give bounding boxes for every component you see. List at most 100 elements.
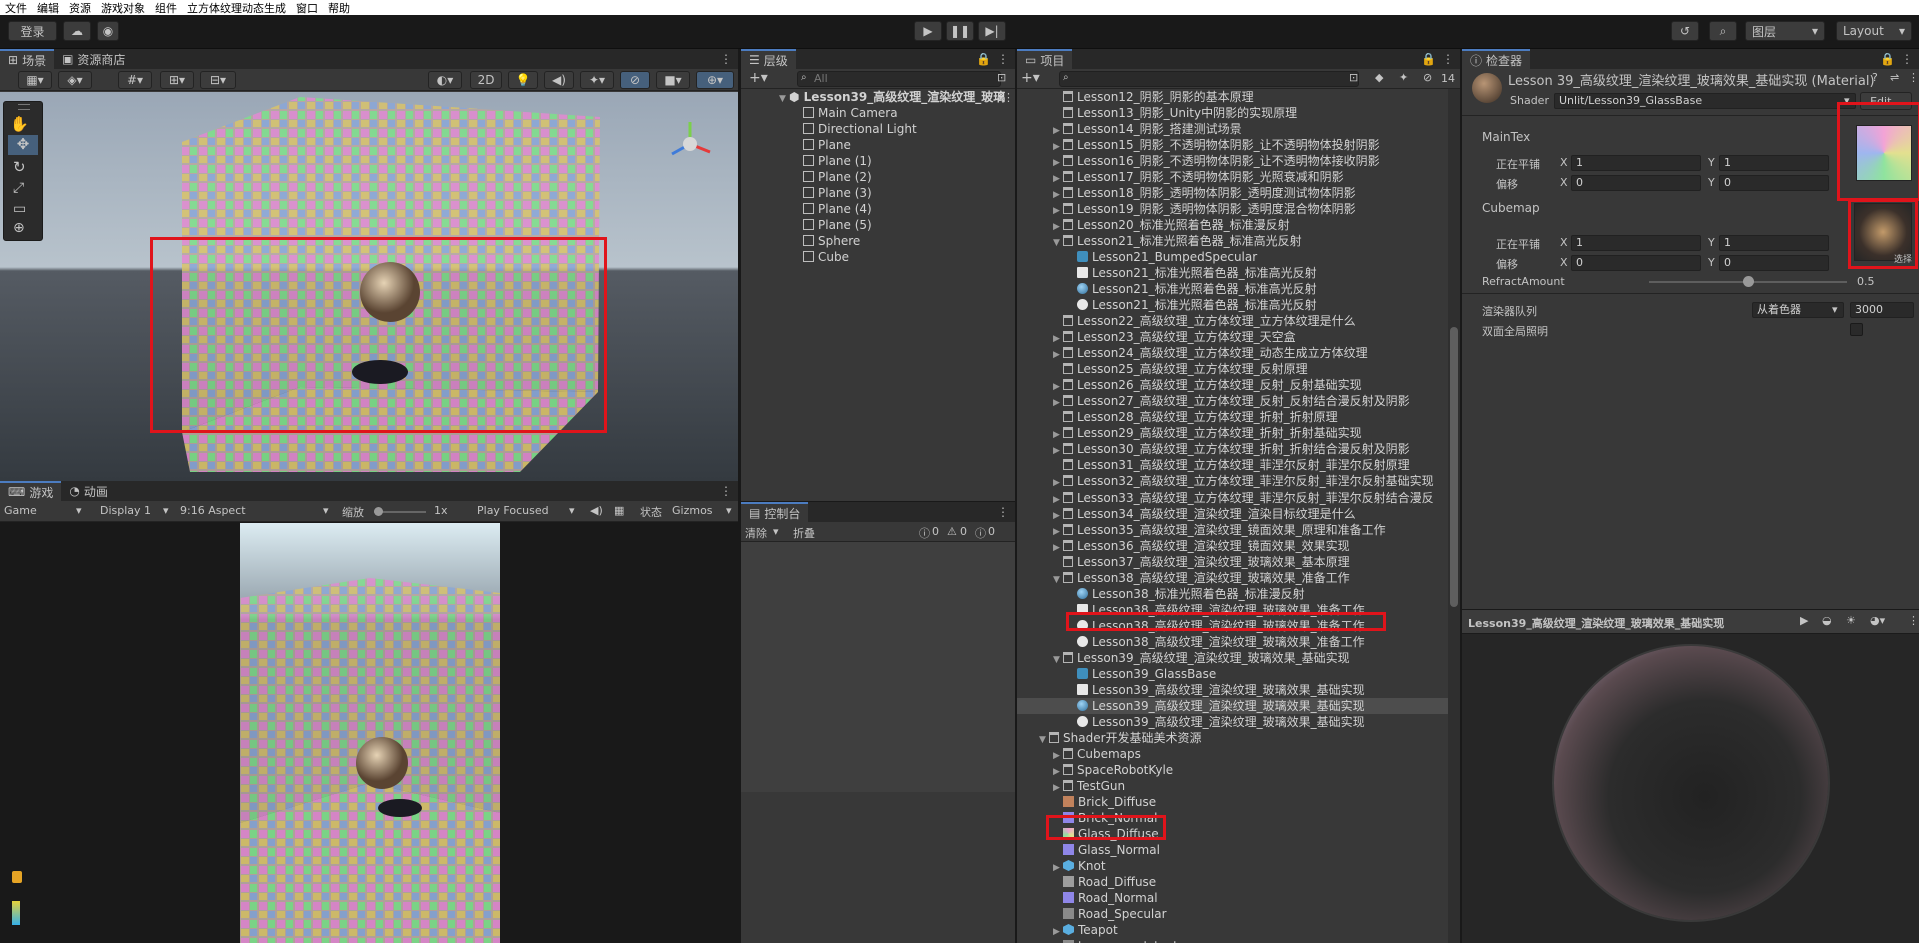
play-button[interactable]: ▶ [914,21,942,41]
login-button[interactable]: 登录 [8,21,57,41]
project-item[interactable]: Lesson39_高级纹理_渲染纹理_玻璃效果_基础实现 [1067,714,1365,730]
hierarchy-item[interactable]: Directional Light [803,121,917,137]
search-by-type-icon[interactable]: ⊡ [1349,71,1358,84]
expanded-arrow-icon[interactable]: ▼ [1053,572,1063,588]
project-item[interactable]: Glass_Normal [1053,842,1160,858]
panel-menu-icon[interactable]: ⋮ [1908,614,1919,627]
project-item[interactable]: Lesson21_标准光照着色器_标准高光反射 [1067,281,1317,297]
orientation-icon[interactable]: ◐▾ [428,71,462,89]
project-item[interactable]: Brick_Diffuse [1053,794,1156,810]
grid-icon[interactable]: #▾ [118,71,152,89]
draw-mode-icon[interactable]: ▦▾ [18,71,52,89]
project-item[interactable]: Lesson12_阴影_阴影的基本原理 [1053,89,1254,105]
panel-menu-icon[interactable]: ⋮ [720,52,732,66]
hierarchy-item[interactable]: Plane (4) [803,201,872,217]
menu-item[interactable]: 文件 [5,0,27,16]
project-item[interactable]: ▶ Lesson19_阴影_透明物体阴影_透明度混合物体阴影 [1053,201,1356,217]
project-item[interactable]: Lesson21_标准光照着色器_标准高光反射 [1067,297,1317,313]
info-count-icon[interactable]: ⓘ [919,525,930,541]
project-item[interactable]: ▶ Lesson23_高级纹理_立方体纹理_天空盒 [1053,329,1296,345]
menu-item[interactable]: 帮助 [328,0,350,16]
project-item[interactable]: ▼ Lesson39_高级纹理_渲染纹理_玻璃效果_基础实现 [1053,650,1350,666]
project-item[interactable]: ▶ Lesson24_高级纹理_立方体纹理_动态生成立方体纹理 [1053,345,1368,361]
preview-shape-icon[interactable]: ◒ [1822,614,1832,627]
mode-2d-button[interactable]: 2D [470,71,502,89]
project-item[interactable]: Lesson28_高级纹理_立方体纹理_折射_折射原理 [1053,409,1338,425]
project-item[interactable]: Lesson31_高级纹理_立方体纹理_菲涅尔反射_菲涅尔反射原理 [1053,457,1410,473]
tab-game[interactable]: ⌨ 游戏 [0,481,62,501]
search-icon[interactable]: ⌕ [1709,21,1737,41]
project-item[interactable]: ▶ Teapot [1053,922,1118,938]
expanded-arrow-icon[interactable]: ▼ [1053,235,1063,251]
project-item[interactable]: Lesson21_标准光照着色器_标准高光反射 [1067,265,1317,281]
project-item[interactable]: ▶ Lesson32_高级纹理_立方体纹理_菲涅尔反射_菲涅尔反射基础实现 [1053,473,1434,489]
double-sided-gi-checkbox[interactable] [1850,323,1863,336]
increment-icon[interactable]: ⊟▾ [200,71,236,89]
star-filter-icon[interactable]: ✦ [1399,71,1408,84]
expanded-arrow-icon[interactable]: ▼ [1039,732,1049,748]
hand-tool-icon[interactable]: ✋ [10,115,29,133]
tab-project[interactable]: ▭ 项目 [1017,49,1073,69]
project-item[interactable]: Lesson13_阴影_Unity中阴影的实现原理 [1053,105,1297,121]
project-item[interactable]: Lesson39_高级纹理_渲染纹理_玻璃效果_基础实现 [1067,682,1365,698]
camera-icon[interactable]: ■▾ [656,71,690,89]
hidden-objects-icon[interactable]: ⊘ [620,71,650,89]
menu-item[interactable]: 游戏对象 [101,0,145,16]
project-item[interactable]: Lesson21_BumpedSpecular [1067,249,1257,265]
hierarchy-item[interactable]: Plane (3) [803,185,872,201]
game-viewport[interactable] [240,523,500,943]
hidden-packages-icon[interactable]: ⊘ [1423,71,1432,84]
project-item[interactable]: ▶ Lesson18_阴影_透明物体阴影_透明度测试物体阴影 [1053,185,1356,201]
warning-count-icon[interactable]: ⚠ [947,525,957,538]
panel-menu-icon[interactable]: ⋮ [997,505,1009,519]
move-tool-icon[interactable]: ✥ [8,135,38,155]
project-item[interactable]: ▶ Lesson14_阴影_搭建测试场景 [1053,121,1242,137]
hierarchy-item[interactable]: Plane (2) [803,169,872,185]
project-item[interactable]: Lesson25_高级纹理_立方体纹理_反射原理 [1053,361,1308,377]
cube-offset-y-field[interactable]: 0 [1719,255,1829,271]
project-item[interactable]: ▶ Lesson36_高级纹理_渲染纹理_镜面效果_效果实现 [1053,538,1350,554]
panel-menu-icon[interactable]: ⋮ [997,52,1009,66]
tiling-y-field[interactable]: 1 [1719,155,1829,171]
effects-icon[interactable]: ✦▾ [580,71,614,89]
cube-tiling-x-field[interactable]: 1 [1571,235,1701,251]
project-item[interactable]: ▶ Lesson30_高级纹理_立方体纹理_折射_折射结合漫反射及阴影 [1053,441,1410,457]
lock-icon[interactable]: 🔒 [976,52,991,66]
aspect-select[interactable]: 9:16 Aspect [180,504,246,517]
preset-icon[interactable]: ⇌ [1890,71,1899,84]
project-item[interactable]: transparent_texture [1053,938,1198,943]
gizmos-icon[interactable]: ⊕▾ [696,71,734,89]
hierarchy-item[interactable]: Cube [803,249,849,265]
project-item[interactable]: Road_Normal [1053,890,1158,906]
keyboard-icon[interactable]: ▦ [614,504,624,517]
label-filter-icon[interactable]: ◆ [1375,71,1383,84]
rotate-tool-icon[interactable]: ↻ [13,158,26,176]
create-icon[interactable]: +▾ [1021,70,1040,86]
rect-tool-icon[interactable]: ▭ [13,201,26,217]
tiling-x-field[interactable]: 1 [1571,155,1701,171]
game-select[interactable]: Game [4,504,37,517]
offset-x-field[interactable]: 0 [1571,175,1701,191]
panel-menu-icon[interactable]: ⋮ [720,484,732,498]
component-menu-icon[interactable]: ⋮ [1908,71,1919,84]
project-item[interactable]: Lesson38_标准光照着色器_标准漫反射 [1067,586,1305,602]
project-item[interactable]: ▶ TestGun [1053,778,1125,794]
project-item[interactable]: Lesson22_高级纹理_立方体纹理_立方体纹理是什么 [1053,313,1356,329]
menu-item[interactable]: 组件 [155,0,177,16]
mute-icon[interactable]: ◀) [590,504,603,517]
layout-dropdown[interactable]: Layout ▾ [1836,21,1912,41]
collab-icon[interactable]: ◉ [97,21,119,41]
offset-y-field[interactable]: 0 [1719,175,1829,191]
lighting-icon[interactable]: 💡 [508,71,538,89]
project-item[interactable]: Road_Diffuse [1053,874,1156,890]
project-item[interactable]: ▶ Lesson26_高级纹理_立方体纹理_反射_反射基础实现 [1053,377,1362,393]
project-item[interactable]: ▶ Lesson16_阴影_不透明物体阴影_让不透明物体接收阴影 [1053,153,1380,169]
tab-console[interactable]: ▤ 控制台 [741,502,809,522]
hierarchy-item[interactable]: Plane [803,137,851,153]
project-item[interactable]: ▶ Lesson27_高级纹理_立方体纹理_反射_反射结合漫反射及阴影 [1053,393,1410,409]
panel-menu-icon[interactable]: ⋮ [1901,52,1913,66]
drag-handle-icon[interactable] [18,104,30,110]
scene-menu-icon[interactable]: ⋮ [1003,91,1014,104]
tab-inspector[interactable]: ⓘ 检查器 [1462,49,1531,69]
hierarchy-item[interactable]: Plane (5) [803,217,872,233]
